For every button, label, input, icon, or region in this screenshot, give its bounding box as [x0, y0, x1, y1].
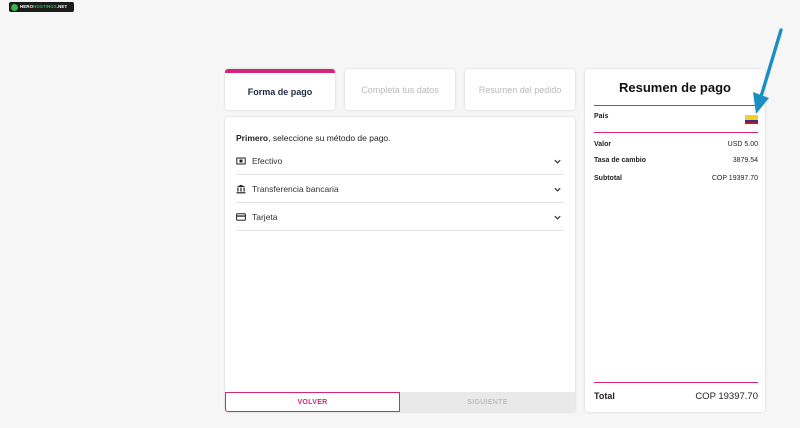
summary-row-value: USD 5.00 [727, 141, 758, 148]
step-tab-label: Completa tus datos [361, 84, 439, 95]
summary-row-label: Valor [594, 141, 612, 148]
step-tab-label: Resumen del pedido [478, 84, 562, 95]
total-value: COP 19397.70 [695, 391, 758, 402]
payment-method-label: Tarjeta [252, 212, 278, 222]
step-tab-completa-tus-datos[interactable]: Completa tus datos [345, 69, 455, 110]
back-button[interactable]: VOLVER [225, 392, 400, 412]
card-icon [236, 212, 246, 222]
summary-title: Resumen de pago [619, 80, 731, 95]
total-label: Total [594, 391, 615, 401]
summary-row-value: COP 19397.70 [711, 175, 758, 182]
payment-method-efectivo[interactable]: Efectivo [236, 148, 564, 175]
payment-prompt: Primero, seleccione su método de pago. [236, 133, 391, 143]
logo-text: HEROHOSTINGS.NET [20, 4, 68, 9]
payment-summary-panel: Resumen de pago País Valor USD 5.00 Tasa… [585, 69, 765, 412]
payment-method-panel: Primero, seleccione su método de pago. E… [225, 117, 575, 412]
divider [594, 132, 758, 133]
summary-row-label: Subtotal [594, 175, 622, 182]
logo-mark-icon [11, 3, 18, 11]
step-tab-forma-de-pago[interactable]: Forma de pago [225, 69, 335, 110]
bank-icon [236, 184, 246, 194]
summary-total: Total COP 19397.70 [594, 391, 758, 402]
site-logo[interactable]: HEROHOSTINGS.NET [9, 2, 74, 12]
chevron-down-icon[interactable] [553, 213, 562, 222]
chevron-down-icon[interactable] [553, 157, 562, 166]
step-tab-label: Forma de pago [247, 86, 313, 97]
summary-row-tasa: Tasa de cambio 3879.54 [594, 157, 758, 164]
next-button[interactable]: SIGUIENTE [400, 392, 575, 412]
step-tab-resumen-del-pedido[interactable]: Resumen del pedido [465, 69, 575, 110]
divider [594, 105, 758, 106]
payment-method-tarjeta[interactable]: Tarjeta [236, 204, 564, 231]
summary-row-valor: Valor USD 5.00 [594, 141, 758, 148]
payment-method-label: Efectivo [252, 156, 283, 166]
payment-method-transferencia[interactable]: Transferencia bancaria [236, 176, 564, 203]
summary-row-value: 3879.54 [732, 157, 758, 164]
annotation-arrow-icon [753, 28, 783, 114]
checkout-page: HEROHOSTINGS.NET Forma de pago Completa … [0, 0, 800, 428]
divider [594, 382, 758, 383]
cash-icon [236, 156, 246, 166]
payment-method-label: Transferencia bancaria [252, 184, 339, 194]
chevron-down-icon[interactable] [553, 185, 562, 194]
summary-row-subtotal: Subtotal COP 19397.70 [594, 175, 758, 182]
summary-row-country: País [594, 113, 758, 124]
summary-row-label: País [594, 113, 609, 120]
summary-row-label: Tasa de cambio [594, 157, 647, 164]
